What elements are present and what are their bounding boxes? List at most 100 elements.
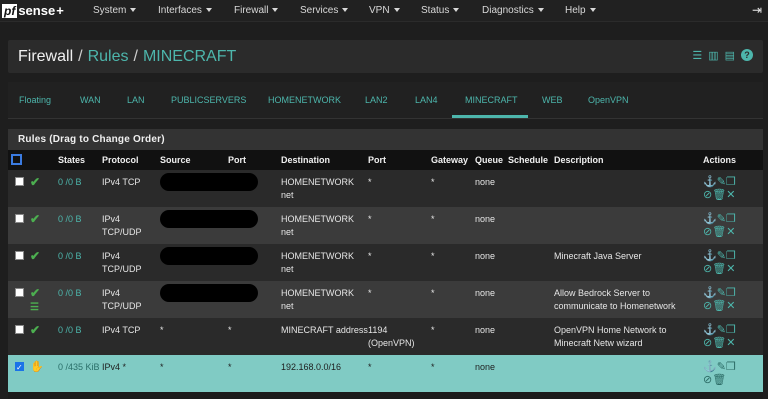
nav-status[interactable]: Status (421, 5, 460, 16)
breadcrumb-rules[interactable]: Rules (88, 48, 129, 65)
select-all-header (8, 150, 30, 170)
header-source: Source (160, 150, 228, 170)
logout-icon[interactable]: ⇥ (752, 3, 762, 17)
table-row[interactable]: ✔ 0 /0 B IPv4 TCP * * MINECRAFT address … (8, 318, 763, 355)
copy-icon[interactable]: ❐ (726, 361, 736, 373)
anchor-icon[interactable]: ⚓ (703, 324, 717, 336)
edit-icon[interactable]: ✎ (717, 361, 726, 373)
chart-icon[interactable]: ▥ (708, 49, 718, 62)
tab-lan[interactable]: LAN (127, 95, 145, 105)
tab-minecraft[interactable]: MINECRAFT (465, 95, 518, 105)
anchor-icon[interactable]: ⚓ (703, 213, 717, 225)
disable-icon[interactable]: ⊘ (703, 300, 712, 312)
edit-icon[interactable]: ✎ (717, 213, 726, 225)
header-status (30, 150, 58, 170)
states-cell[interactable]: 0 /0 B (58, 207, 102, 244)
breadcrumb-minecraft[interactable]: MINECRAFT (143, 48, 236, 65)
copy-icon[interactable]: ❐ (726, 213, 736, 225)
row-checkbox[interactable] (15, 251, 24, 260)
table-row[interactable]: ✔ ☰ 0 /0 B IPv4 TCP/UDP HOMENETWORK net *… (8, 281, 763, 318)
delete-icon[interactable]: 🗑 (712, 263, 726, 275)
gateway-cell: * (431, 318, 475, 355)
tab-web[interactable]: WEB (542, 95, 563, 105)
delete-icon[interactable]: 🗑 (712, 300, 726, 312)
disable-icon[interactable]: ⊘ (703, 263, 712, 275)
pass-check-icon[interactable]: ✔ (30, 249, 40, 263)
anchor-icon[interactable]: ⚓ (703, 176, 717, 188)
actions-cell: ⚓✎❐ ⊘🗑✕ (703, 244, 763, 281)
nav-services[interactable]: Services (300, 5, 349, 16)
disable-icon[interactable]: ⊘ (703, 337, 712, 349)
schedule-cell (508, 318, 554, 355)
header-protocol: Protocol (102, 150, 160, 170)
edit-icon[interactable]: ✎ (717, 176, 726, 188)
states-cell[interactable]: 0 /0 B (58, 318, 102, 355)
delete-icon[interactable]: 🗑 (712, 189, 726, 201)
edit-icon[interactable]: ✎ (717, 250, 726, 262)
tab-openvpn[interactable]: OpenVPN (588, 95, 629, 105)
disable-icon[interactable]: ⊘ (703, 189, 712, 201)
row-checkbox[interactable] (15, 325, 24, 334)
nav-system[interactable]: System (93, 5, 137, 16)
gateway-cell: * (431, 207, 475, 244)
header-schedule: Schedule (508, 150, 554, 170)
pass-check-icon[interactable]: ✔ (30, 175, 40, 189)
tab-floating[interactable]: Floating (19, 95, 51, 105)
nav-status-label: Status (421, 5, 450, 16)
states-cell[interactable]: 0 /0 B (58, 170, 102, 207)
close-icon[interactable]: ✕ (726, 300, 735, 312)
delete-icon[interactable]: 🗑 (712, 337, 726, 349)
row-checkbox[interactable] (15, 214, 24, 223)
close-icon[interactable]: ✕ (726, 337, 735, 349)
list-icon[interactable]: ▤ (725, 49, 735, 62)
close-icon[interactable]: ✕ (726, 226, 735, 238)
tab-publicservers[interactable]: PUBLICSERVERS (171, 95, 246, 105)
table-row[interactable]: ✔ 0 /0 B IPv4 TCP/UDP HOMENETWORK net * … (8, 207, 763, 244)
pfsense-logo[interactable]: pf sense + (0, 0, 78, 22)
nav-help[interactable]: Help (565, 5, 596, 16)
tab-wan[interactable]: WAN (80, 95, 101, 105)
edit-icon[interactable]: ✎ (717, 324, 726, 336)
anchor-icon[interactable]: ⚓ (703, 250, 717, 262)
delete-icon[interactable]: 🗑 (712, 226, 726, 238)
anchor-icon[interactable]: ⚓ (703, 287, 717, 299)
copy-icon[interactable]: ❐ (726, 324, 736, 336)
close-icon[interactable]: ✕ (726, 189, 735, 201)
dest-port-cell: 1194 (OpenVPN) (368, 318, 431, 355)
row-checkbox-checked[interactable] (15, 361, 24, 374)
nav-diagnostics[interactable]: Diagnostics (482, 5, 544, 16)
anchor-icon[interactable]: ⚓ (703, 361, 717, 373)
states-cell[interactable]: 0 /0 B (58, 281, 102, 318)
table-row-selected[interactable]: ✋ 0 /435 KiB IPv4 * * * 192.168.0.0/16 *… (8, 355, 763, 392)
hand-icon[interactable]: ✋ (30, 361, 44, 373)
states-cell[interactable]: 0 /435 KiB (58, 355, 102, 392)
pass-check-icon[interactable]: ✔ (30, 212, 40, 226)
disable-icon[interactable]: ⊘ (703, 374, 712, 386)
pass-check-icon[interactable]: ✔ (30, 323, 40, 337)
description-cell (554, 170, 703, 207)
tab-homenetwork[interactable]: HOMENETWORK (268, 95, 341, 105)
table-row[interactable]: ✔ 0 /0 B IPv4 TCP HOMENETWORK net * * no… (8, 170, 763, 207)
select-all-checkbox[interactable] (11, 154, 22, 165)
pass-check-icon[interactable]: ✔ (30, 286, 40, 300)
nav-interfaces[interactable]: Interfaces (158, 5, 212, 16)
nav-vpn[interactable]: VPN (369, 5, 400, 16)
delete-icon[interactable]: 🗑 (712, 374, 726, 386)
row-checkbox[interactable] (15, 177, 24, 186)
row-checkbox[interactable] (15, 288, 24, 297)
help-icon[interactable]: ? (741, 49, 753, 61)
sliders-icon[interactable]: ☰ (692, 49, 702, 62)
copy-icon[interactable]: ❐ (726, 176, 736, 188)
states-cell[interactable]: 0 /0 B (58, 244, 102, 281)
tab-lan4[interactable]: LAN4 (415, 95, 438, 105)
close-icon[interactable]: ✕ (726, 263, 735, 275)
gateway-cell: * (431, 170, 475, 207)
copy-icon[interactable]: ❐ (726, 250, 736, 262)
table-row[interactable]: ✔ 0 /0 B IPv4 TCP/UDP HOMENETWORK net * … (8, 244, 763, 281)
disable-icon[interactable]: ⊘ (703, 226, 712, 238)
nav-firewall[interactable]: Firewall (234, 5, 279, 16)
queue-cell: none (475, 207, 508, 244)
edit-icon[interactable]: ✎ (717, 287, 726, 299)
tab-lan2[interactable]: LAN2 (365, 95, 388, 105)
copy-icon[interactable]: ❐ (726, 287, 736, 299)
